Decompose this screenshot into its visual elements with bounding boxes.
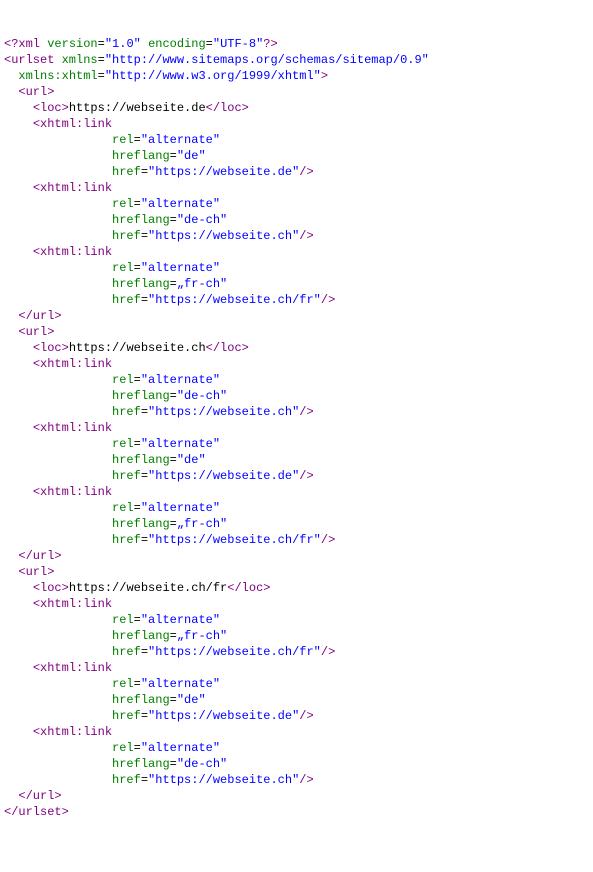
- xml-code-block: <?xml version="1.0" encoding="UTF-8"?> <…: [4, 36, 589, 820]
